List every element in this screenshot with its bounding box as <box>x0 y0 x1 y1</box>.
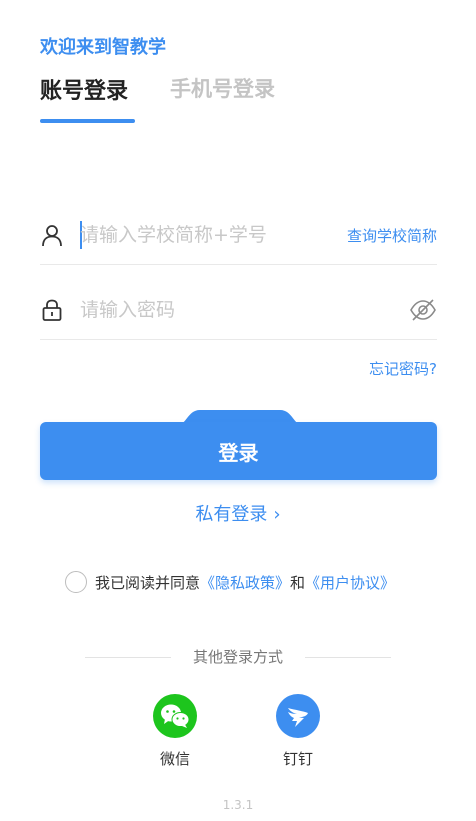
welcome-heading: 欢迎来到智教学 <box>40 37 166 58</box>
account-input[interactable] <box>80 220 330 250</box>
divider-line-right <box>305 657 391 658</box>
app-version: 1.3.1 <box>222 798 254 812</box>
agreement-row: 我已阅读并同意 《隐私政策》 和 《用户协议》 <box>65 569 445 595</box>
wechat-login[interactable]: 微信 <box>145 694 205 769</box>
query-school-abbreviation-link[interactable]: 查询学校简称 <box>347 225 437 246</box>
dingtalk-label: 钉钉 <box>282 750 313 768</box>
eye-off-icon[interactable] <box>409 297 437 323</box>
forgot-password-link[interactable]: 忘记密码? <box>369 358 437 379</box>
password-field <box>40 280 437 340</box>
wechat-label: 微信 <box>159 750 190 768</box>
wechat-icon[interactable] <box>153 694 197 738</box>
user-icon <box>42 225 62 247</box>
tab-account-login[interactable]: 账号登录 <box>40 73 128 105</box>
account-field: 查询学校简称 <box>40 205 437 265</box>
dingtalk-icon[interactable] <box>276 694 320 738</box>
other-login-divider: 其他登录方式 <box>85 646 391 668</box>
login-tabs: 账号登录 手机号登录 <box>40 73 440 125</box>
agreement-checkbox[interactable] <box>65 571 87 593</box>
agreement-conjunction: 和 <box>290 573 306 592</box>
private-login-link[interactable]: 私有登录 › <box>0 500 476 526</box>
active-tab-indicator <box>40 119 135 123</box>
chevron-right-icon: › <box>273 504 281 525</box>
tab-phone-login[interactable]: 手机号登录 <box>170 73 275 103</box>
privacy-policy-link[interactable]: 《隐私政策》 <box>200 572 290 593</box>
user-agreement-link[interactable]: 《用户协议》 <box>305 572 395 593</box>
login-page: 欢迎来到智教学 账号登录 手机号登录 查询学校简称 忘记密码? 登录 私 <box>0 0 476 821</box>
password-input[interactable] <box>80 295 330 325</box>
lock-icon <box>42 299 62 321</box>
login-button[interactable]: 登录 <box>40 422 437 480</box>
dingtalk-login[interactable]: 钉钉 <box>268 694 328 769</box>
agreement-prefix: 我已阅读并同意 <box>95 573 201 592</box>
private-login-label: 私有登录 <box>195 504 268 525</box>
